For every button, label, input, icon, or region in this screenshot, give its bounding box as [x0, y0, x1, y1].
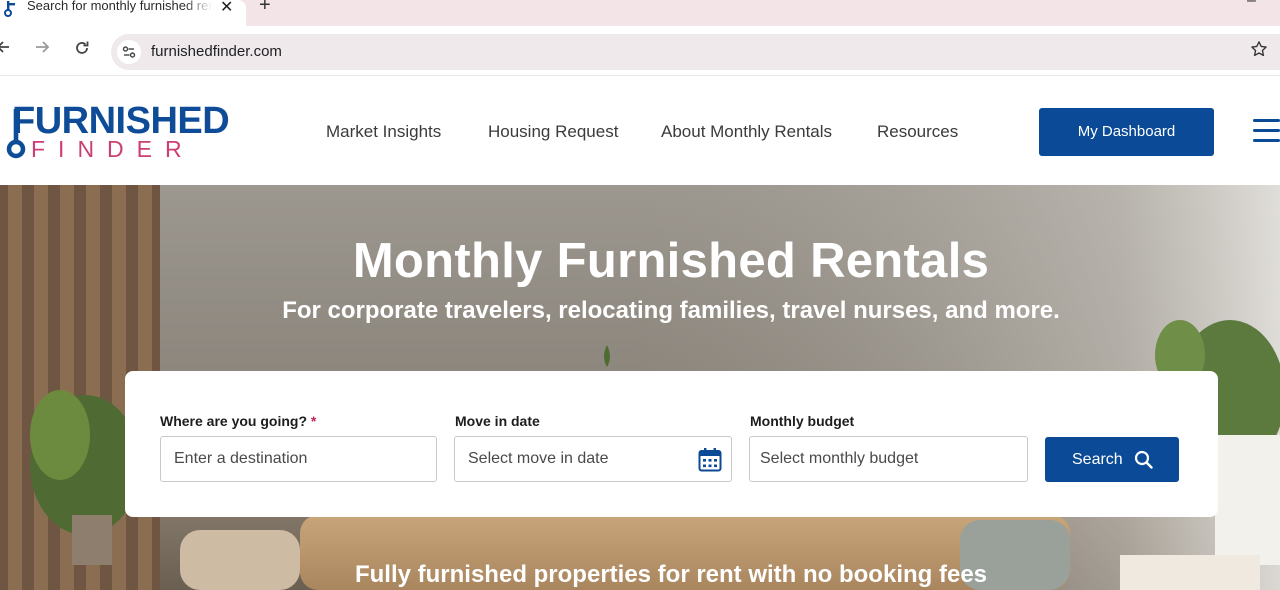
nav-housing-request[interactable]: Housing Request	[488, 122, 618, 142]
browser-tab[interactable]: Search for monthly furnished rentals ✕	[0, 0, 246, 26]
budget-select[interactable]	[750, 437, 1027, 481]
search-icon	[1134, 450, 1153, 469]
move-in-field[interactable]	[454, 436, 732, 482]
site-header: FURNISHED FINDER Market Insights Housing…	[0, 77, 1280, 185]
destination-input[interactable]	[161, 437, 436, 481]
reload-icon[interactable]	[74, 40, 90, 56]
furnished-finder-logo[interactable]: FURNISHED FINDER	[5, 100, 230, 162]
browser-toolbar: furnishedfinder.com	[0, 26, 1280, 76]
nav-about-monthly-rentals[interactable]: About Monthly Rentals	[661, 122, 832, 142]
bookmark-star-icon[interactable]	[1250, 40, 1268, 58]
calendar-icon[interactable]	[698, 447, 722, 472]
move-in-input[interactable]	[455, 437, 731, 481]
required-marker: *	[310, 413, 317, 429]
nav-resources[interactable]: Resources	[877, 122, 958, 142]
search-button[interactable]: Search	[1045, 437, 1179, 482]
hero-title: Monthly Furnished Rentals	[352, 234, 990, 288]
url-text[interactable]: furnishedfinder.com	[151, 43, 282, 60]
new-tab-button[interactable]: +	[259, 0, 271, 17]
minimize-window-button[interactable]: –	[1247, 0, 1256, 10]
budget-label: Monthly budget	[750, 413, 855, 429]
furnished-finder-favicon-icon	[4, 1, 15, 17]
search-button-label: Search	[1072, 451, 1123, 468]
destination-field[interactable]	[160, 436, 437, 482]
tab-title: Search for monthly furnished rentals	[27, 0, 212, 13]
hero-subtitle: For corporate travelers, relocating fami…	[282, 297, 1060, 324]
destination-label: Where are you going? *	[160, 413, 316, 429]
menu-hamburger-icon[interactable]	[1253, 119, 1280, 143]
hero-footer-text: Fully furnished properties for rent with…	[354, 561, 988, 588]
move-in-label: Move in date	[455, 413, 540, 429]
browser-tab-strip: Search for monthly furnished rentals ✕ +…	[0, 0, 1280, 26]
search-form: Where are you going? * Move in date Mont…	[125, 371, 1218, 517]
destination-label-text: Where are you going?	[160, 413, 308, 429]
budget-field[interactable]	[749, 436, 1028, 482]
back-arrow-icon[interactable]	[0, 40, 10, 54]
forward-arrow-icon[interactable]	[34, 40, 50, 54]
close-icon[interactable]: ✕	[220, 0, 233, 17]
my-dashboard-button[interactable]: My Dashboard	[1039, 108, 1214, 156]
hero-section: Monthly Furnished Rentals For corporate …	[0, 185, 1280, 590]
nav-market-insights[interactable]: Market Insights	[326, 122, 441, 142]
site-info-icon[interactable]	[117, 40, 141, 64]
address-bar[interactable]: furnishedfinder.com	[111, 34, 1280, 70]
logo-wordmark-bottom: FINDER	[31, 136, 195, 162]
